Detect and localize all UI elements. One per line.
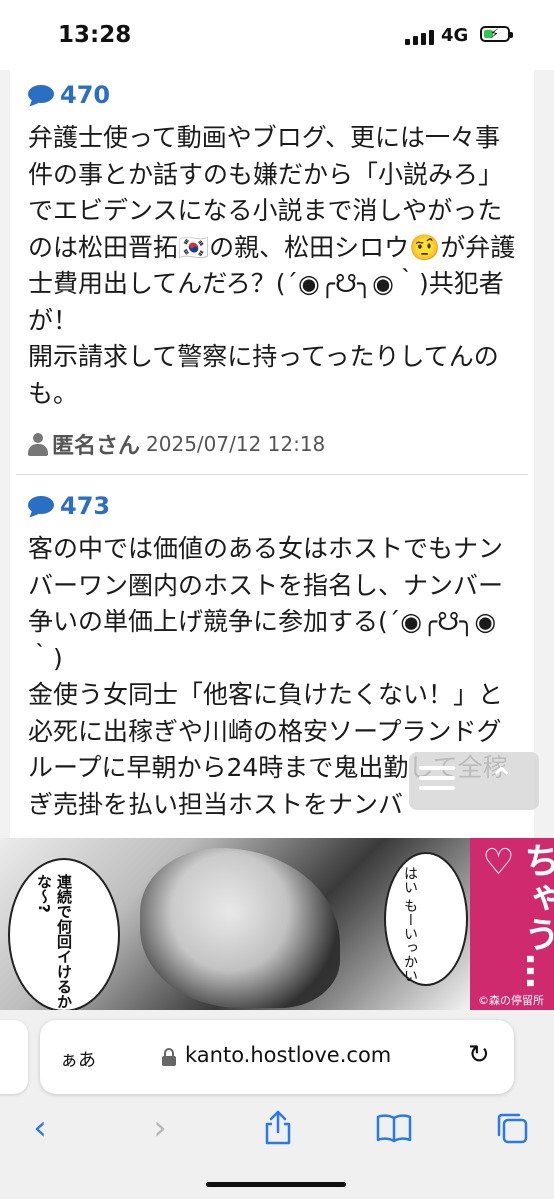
thread-content: 470 弁護士使って動画やブログ、更には一々事件の事とか話すのも嫌だから「小説み…: [10, 64, 534, 844]
address-bar[interactable]: ぁあ kanto.hostlove.com ↻: [40, 1020, 514, 1094]
ad-credit: ©森の停留所: [478, 994, 544, 1007]
url-text[interactable]: kanto.hostlove.com: [185, 1043, 391, 1067]
browser-chrome: ぁあ kanto.hostlove.com ↻ ‹ ›: [0, 1010, 554, 1199]
reader-options-button[interactable]: ぁあ: [60, 1046, 96, 1072]
reload-icon[interactable]: ↻: [468, 1040, 490, 1070]
person-icon: [28, 432, 48, 456]
post-body: 弁護士使って動画やブログ、更には一々事件の事とか話すのも嫌だから「小説みろ」でエ…: [28, 123, 516, 408]
share-icon[interactable]: [256, 1106, 300, 1150]
network-type: 4G: [441, 25, 469, 46]
post-meta: 匿名さん 2025/07/12 12:18: [28, 424, 516, 464]
comment-bubble-icon: [28, 496, 54, 520]
post-header[interactable]: 470: [28, 78, 516, 112]
ad-speech-text-left: 連続で何回イけるかな〜?: [35, 874, 73, 1009]
home-indicator: [206, 1182, 346, 1187]
forward-icon[interactable]: ›: [138, 1106, 182, 1150]
back-icon[interactable]: ‹: [18, 1106, 62, 1150]
status-bar: 13:28 4G ⚡: [0, 0, 554, 70]
floating-page-controls: ⌃: [409, 752, 539, 810]
post-header[interactable]: 473: [28, 489, 516, 523]
bookmarks-icon[interactable]: [372, 1106, 416, 1150]
previous-tab-peek[interactable]: [0, 1020, 28, 1094]
cellular-signal-icon: [405, 30, 434, 45]
post-author: 匿名さん: [52, 434, 141, 459]
lock-icon: [162, 1048, 176, 1066]
post-470: 470 弁護士使って動画やブログ、更には一々事件の事とか話すのも嫌だから「小説み…: [10, 64, 534, 464]
ad-title: イかされちゃう…♡: [478, 842, 554, 990]
ad-speech-text-right: はい もーいっかい: [402, 866, 418, 983]
status-time: 13:28: [58, 22, 132, 48]
tabs-icon[interactable]: [490, 1106, 534, 1150]
post-number: 473: [60, 492, 111, 520]
post-number: 470: [60, 81, 111, 109]
comment-bubble-icon: [28, 85, 54, 109]
battery-charging-icon: ⚡: [480, 26, 513, 42]
ad-speech-bubble-right: [384, 852, 468, 986]
list-menu-icon[interactable]: [419, 766, 455, 796]
ad-banner[interactable]: 連続で何回イけるかな〜? はい もーいっかい イかされちゃう…♡ ©森の停留所: [0, 838, 554, 1010]
scroll-to-top-icon[interactable]: ⌃: [489, 762, 514, 797]
post-timestamp: 2025/07/12 12:18: [146, 432, 326, 456]
